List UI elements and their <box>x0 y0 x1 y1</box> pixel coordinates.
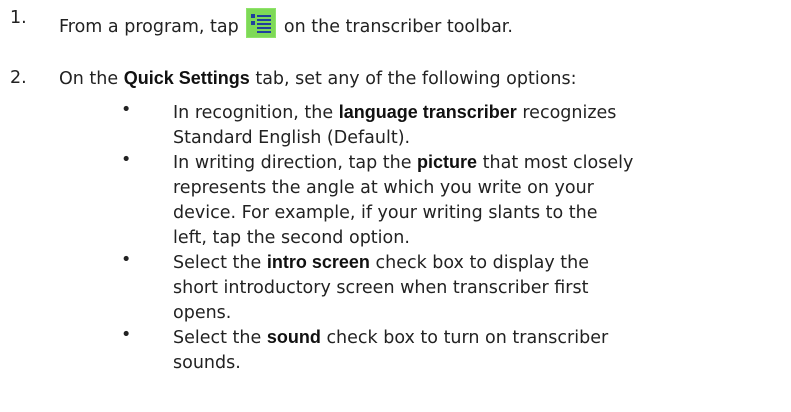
step-number: 2. <box>10 68 27 88</box>
step-text: From a program, tap on the transcriber t… <box>59 8 513 38</box>
option-emphasis: sound <box>266 327 321 347</box>
line-text: In writing direction, tap the <box>173 153 412 173</box>
list-item-line: left, tap the second option. <box>173 228 410 248</box>
list-item-line: Select the intro screen check box to dis… <box>173 250 589 276</box>
tab-name-emphasis: Quick Settings <box>123 68 250 88</box>
step-text-after: tab, set any of the following options: <box>255 69 577 89</box>
option-emphasis: picture <box>417 152 478 172</box>
step-text-after: on the transcriber toolbar. <box>283 17 513 37</box>
list-item-line: device. For example, if your writing sla… <box>173 203 598 223</box>
transcriber-options-icon[interactable] <box>246 8 277 38</box>
document-page: { "steps": [ { "number": "1.", "text_bef… <box>0 0 791 412</box>
list-item-line: sounds. <box>173 353 241 373</box>
step-text: On the Quick Settings tab, set any of th… <box>59 68 577 89</box>
list-item-line: In writing direction, tap the picture th… <box>173 150 633 176</box>
list-item-text: In writing direction, tap the picture th… <box>173 150 633 251</box>
step-text-before: From a program, tap <box>59 17 239 37</box>
line-text: In recognition, the <box>173 103 334 123</box>
step-text-before: On the <box>59 69 119 89</box>
list-item-line: Standard English (Default). <box>173 128 411 148</box>
list-item-line: In recognition, the language transcriber… <box>173 100 616 126</box>
list-item-text: Select the intro screen check box to dis… <box>173 250 589 326</box>
list-item-text: Select the sound check box to turn on tr… <box>173 325 608 376</box>
bullet-icon: • <box>121 250 132 270</box>
list-item-line: opens. <box>173 303 232 323</box>
line-text: Select the <box>173 328 262 348</box>
list-item-line: represents the angle at which you write … <box>173 178 594 198</box>
option-emphasis: intro screen <box>266 252 370 272</box>
option-emphasis: language transcriber <box>338 102 517 122</box>
line-text: recognizes <box>522 103 617 123</box>
line-text: check box to turn on transcriber <box>326 328 609 348</box>
bullet-icon: • <box>121 325 132 345</box>
bullet-icon: • <box>121 100 132 120</box>
list-item-line: Select the sound check box to turn on tr… <box>173 325 608 351</box>
line-text: Select the <box>173 253 262 273</box>
line-text: check box to display the <box>375 253 590 273</box>
list-item-line: short introductory screen when transcrib… <box>173 278 589 298</box>
list-item-text: In recognition, the language transcriber… <box>173 100 616 151</box>
line-text: that most closely <box>482 153 634 173</box>
bullet-icon: • <box>121 150 132 170</box>
step-number: 1. <box>10 8 27 28</box>
